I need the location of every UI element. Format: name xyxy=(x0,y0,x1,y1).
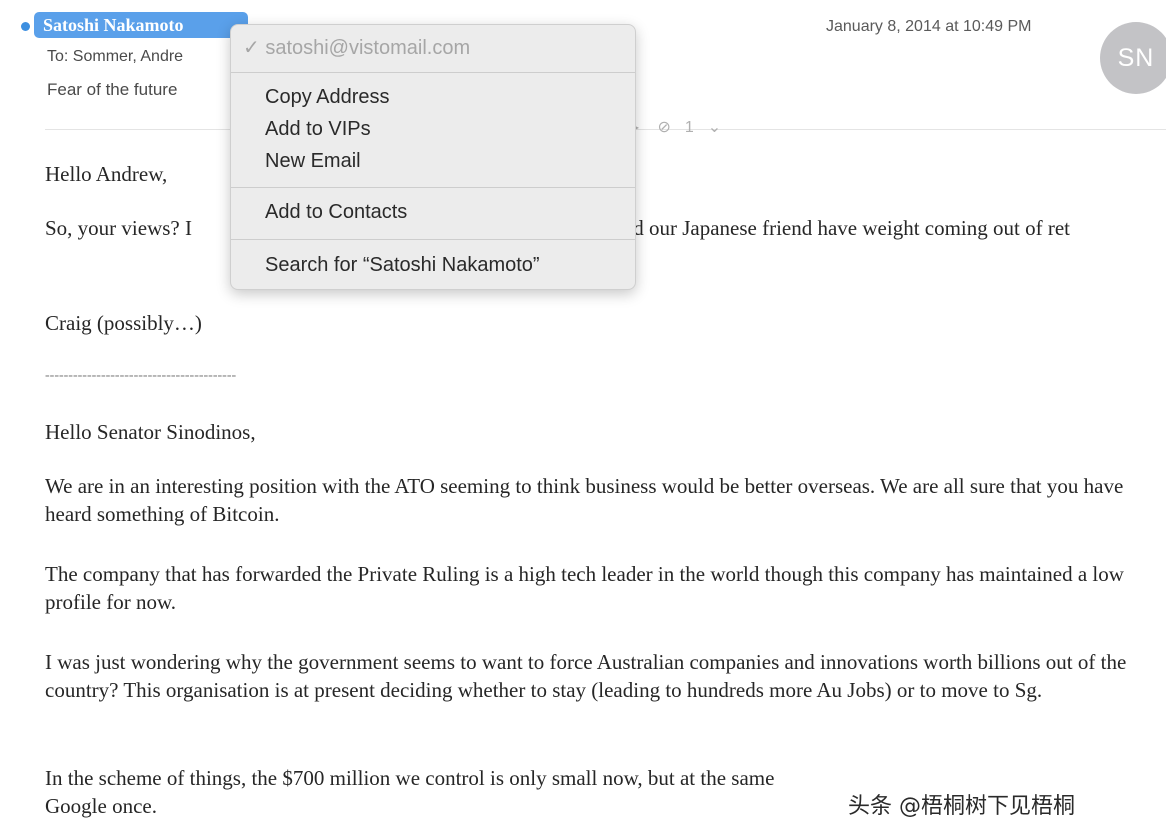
search-sender-item[interactable]: Search for “Satoshi Nakamoto” xyxy=(265,254,540,277)
subject-line: Fear of the future xyxy=(47,80,178,99)
date-line: January 8, 2014 at 10:49 PM xyxy=(826,18,1032,35)
paragraph-2: We are in an interesting position with t… xyxy=(45,474,1124,526)
message-tools: ▸ ⊘1⌄ xyxy=(631,117,735,137)
add-to-contacts-item[interactable]: Add to Contacts xyxy=(265,201,407,224)
paragraph-4: I was just wondering why the government … xyxy=(45,650,1127,702)
paperclip-icon: ⊘ xyxy=(657,119,671,136)
menu-email: ✓ satoshi@vistomail.com xyxy=(243,37,471,59)
unread-indicator xyxy=(21,22,30,31)
attachment-button[interactable]: ⊘ 1 ⌄ xyxy=(657,119,721,136)
watermark: 头条 @梧桐树下见梧桐 xyxy=(848,794,1075,819)
new-email-item[interactable]: New Email xyxy=(265,150,361,173)
signature: Craig (possibly…) xyxy=(45,311,202,335)
recipient-line: To: Sommer, Andre xyxy=(47,48,184,65)
add-to-vips-item[interactable]: Add to VIPs xyxy=(265,118,371,141)
menu-divider xyxy=(231,187,635,188)
context-menu: ✓ satoshi@vistomail.com Copy Address Add… xyxy=(230,24,636,290)
menu-divider xyxy=(231,72,635,73)
separator-rule: ----------------------------------------… xyxy=(45,368,237,383)
sender-chip[interactable]: Satoshi Nakamoto xyxy=(34,12,248,38)
greeting-2: Hello Senator Sinodinos, xyxy=(45,420,256,444)
attachment-count: 1 xyxy=(684,119,694,136)
paragraph-3: The company that has forwarded the Priva… xyxy=(45,562,1124,614)
copy-address-item[interactable]: Copy Address xyxy=(265,86,390,109)
menu-divider xyxy=(231,239,635,240)
avatar: SN xyxy=(1100,22,1166,94)
